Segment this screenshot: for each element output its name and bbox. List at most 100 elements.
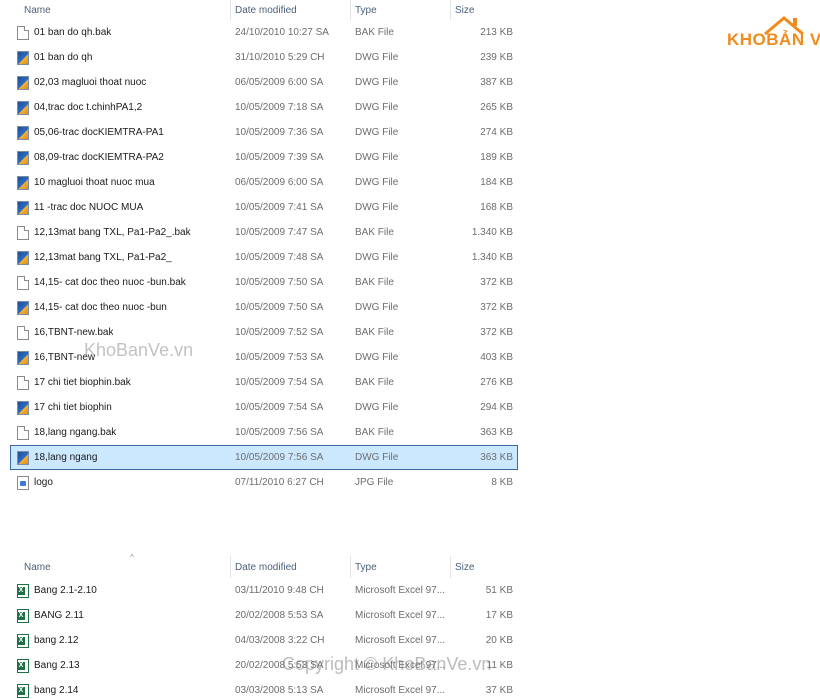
file-size: 17 KB	[485, 610, 513, 621]
file-date: 20/02/2008 5:53 SA	[235, 610, 324, 621]
file-row[interactable]: 02,03 magluoi thoat nuoc 06/05/2009 6:00 …	[10, 70, 518, 95]
column-type-header[interactable]: Type	[350, 556, 450, 578]
file-type: DWG File	[355, 252, 399, 263]
file-type: Microsoft Excel 97...	[355, 610, 446, 621]
file-list-top: Name Date modified Type Size 01 ban do q…	[10, 0, 518, 495]
file-name-cell: 10 magluoi thoat nuoc mua	[17, 171, 227, 194]
file-name: Bang 2.13	[34, 660, 80, 671]
file-row[interactable]: Bang 2.1-2.10 03/11/2010 9:48 CH Microsoft…	[10, 578, 518, 603]
file-size: 8 KB	[491, 477, 513, 488]
file-date: 07/11/2010 6:27 CH	[235, 477, 324, 488]
file-row[interactable]: 11 -trac doc NUOC MUA 10/05/2009 7:41 SA D…	[10, 195, 518, 220]
file-row[interactable]: 17 chi tiet biophin 10/05/2009 7:54 SA DWG…	[10, 395, 518, 420]
file-date: 10/05/2009 7:50 SA	[235, 302, 324, 313]
column-size-header[interactable]: Size	[450, 556, 518, 578]
file-name-cell: Bang 2.1-2.10	[17, 579, 227, 602]
file-row[interactable]: 08,09-trac docKIEMTRA-PA2 10/05/2009 7:39…	[10, 145, 518, 170]
file-row[interactable]: 18,lang ngang.bak 10/05/2009 7:56 SA BAK F…	[10, 420, 518, 445]
file-size: 168 KB	[480, 202, 513, 213]
column-name-header[interactable]: ^ Name	[20, 553, 228, 578]
file-date: 10/05/2009 7:39 SA	[235, 152, 324, 163]
file-row[interactable]: 01 ban do qh.bak 24/10/2010 10:27 SA BAK F…	[10, 20, 518, 45]
file-name-cell: 12,13mat bang TXL, Pa1-Pa2_.bak	[17, 221, 227, 244]
column-type-header[interactable]: Type	[350, 0, 450, 20]
file-size: 274 KB	[480, 127, 513, 138]
file-row[interactable]: bang 2.14 03/03/2008 5:13 SA Microsoft Exc…	[10, 678, 518, 699]
file-name: 14,15- cat doc theo nuoc -bun.bak	[34, 277, 186, 288]
file-size: 276 KB	[480, 377, 513, 388]
logo-text: KHOBẢN VẼ	[727, 30, 820, 50]
file-row[interactable]: 18,lang ngang 10/05/2009 7:56 SA DWG File 3…	[10, 445, 518, 470]
file-name-cell: 18,lang ngang	[17, 446, 227, 469]
file-row[interactable]: bang 2.12 04/03/2008 3:22 CH Microsoft Exc…	[10, 628, 518, 653]
column-size-header[interactable]: Size	[450, 0, 518, 20]
file-row[interactable]: 14,15- cat doc theo nuoc -bun 10/05/2009 …	[10, 295, 518, 320]
file-type: DWG File	[355, 177, 399, 188]
file-row[interactable]: 10 magluoi thoat nuoc mua 06/05/2009 6:00…	[10, 170, 518, 195]
blank-file-icon	[17, 325, 29, 340]
file-name-cell: 12,13mat bang TXL, Pa1-Pa2_	[17, 246, 227, 269]
dwg-file-icon	[17, 50, 29, 65]
file-row[interactable]: 17 chi tiet biophin.bak 10/05/2009 7:54 S…	[10, 370, 518, 395]
column-date-header[interactable]: Date modified	[230, 556, 350, 578]
dwg-file-icon	[17, 100, 29, 115]
column-header: Name Date modified Type Size	[10, 0, 518, 20]
file-row[interactable]: 12,13mat bang TXL, Pa1-Pa2_.bak 10/05/200…	[10, 220, 518, 245]
file-size: 239 KB	[480, 52, 513, 63]
file-row[interactable]: 05,06-trac docKIEMTRA-PA1 10/05/2009 7:36…	[10, 120, 518, 145]
file-date: 31/10/2010 5:29 CH	[235, 52, 325, 63]
file-size: 387 KB	[480, 77, 513, 88]
file-row[interactable]: 14,15- cat doc theo nuoc -bun.bak 10/05/2…	[10, 270, 518, 295]
file-name-cell: 17 chi tiet biophin	[17, 396, 227, 419]
file-name-cell: 02,03 magluoi thoat nuoc	[17, 71, 227, 94]
file-date: 10/05/2009 7:47 SA	[235, 227, 324, 238]
file-row[interactable]: logo 07/11/2010 6:27 CH JPG File 8 KB	[10, 470, 518, 495]
image-file-icon	[17, 475, 29, 490]
file-rows: 01 ban do qh.bak 24/10/2010 10:27 SA BAK F…	[10, 20, 518, 495]
file-row[interactable]: 01 ban do qh 31/10/2010 5:29 CH DWG File 23…	[10, 45, 518, 70]
file-date: 10/05/2009 7:53 SA	[235, 352, 324, 363]
file-type: DWG File	[355, 352, 399, 363]
file-type: BAK File	[355, 427, 394, 438]
column-date-header[interactable]: Date modified	[230, 0, 350, 20]
column-name-label: Name	[24, 561, 51, 573]
file-size: 265 KB	[480, 102, 513, 113]
file-size: 213 KB	[480, 27, 513, 38]
blank-file-icon	[17, 275, 29, 290]
file-type: BAK File	[355, 27, 394, 38]
file-name: logo	[34, 477, 53, 488]
file-date: 10/05/2009 7:41 SA	[235, 202, 324, 213]
file-size: 403 KB	[480, 352, 513, 363]
file-row[interactable]: 12,13mat bang TXL, Pa1-Pa2_ 10/05/2009 7:…	[10, 245, 518, 270]
logo-text-right: BẢN VẼ	[766, 30, 820, 49]
file-type: DWG File	[355, 302, 399, 313]
file-name-cell: logo	[17, 471, 227, 494]
file-name: 18,lang ngang	[34, 452, 98, 463]
column-name-header[interactable]: Name	[20, 0, 228, 20]
file-name: 17 chi tiet biophin	[34, 402, 112, 413]
file-date: 24/10/2010 10:27 SA	[235, 27, 329, 38]
excel-file-icon	[17, 583, 29, 598]
file-name-cell: 17 chi tiet biophin.bak	[17, 371, 227, 394]
excel-file-icon	[17, 683, 29, 698]
file-size: 372 KB	[480, 277, 513, 288]
file-date: 10/05/2009 7:54 SA	[235, 402, 324, 413]
logo-text-left: KHO	[727, 30, 767, 49]
file-type: DWG File	[355, 202, 399, 213]
excel-file-icon	[17, 633, 29, 648]
file-type: BAK File	[355, 327, 394, 338]
file-type: DWG File	[355, 152, 399, 163]
file-name: 18,lang ngang.bak	[34, 427, 117, 438]
file-name: 17 chi tiet biophin.bak	[34, 377, 131, 388]
file-date: 03/03/2008 5:13 SA	[235, 685, 324, 696]
dwg-file-icon	[17, 125, 29, 140]
column-header: ^ Name Date modified Type Size	[10, 553, 518, 578]
file-row[interactable]: BANG 2.11 20/02/2008 5:53 SA Microsoft Exc…	[10, 603, 518, 628]
file-name: 16,TBNT-new.bak	[34, 327, 114, 338]
file-type: DWG File	[355, 402, 399, 413]
file-name: 01 ban do qh	[34, 52, 93, 63]
file-type: DWG File	[355, 52, 399, 63]
file-row[interactable]: 04,trac doc t.chinhPA1,2 10/05/2009 7:18 …	[10, 95, 518, 120]
khobanve-logo: KHOBẢN VẼ	[727, 14, 820, 54]
file-name: Bang 2.1-2.10	[34, 585, 97, 596]
